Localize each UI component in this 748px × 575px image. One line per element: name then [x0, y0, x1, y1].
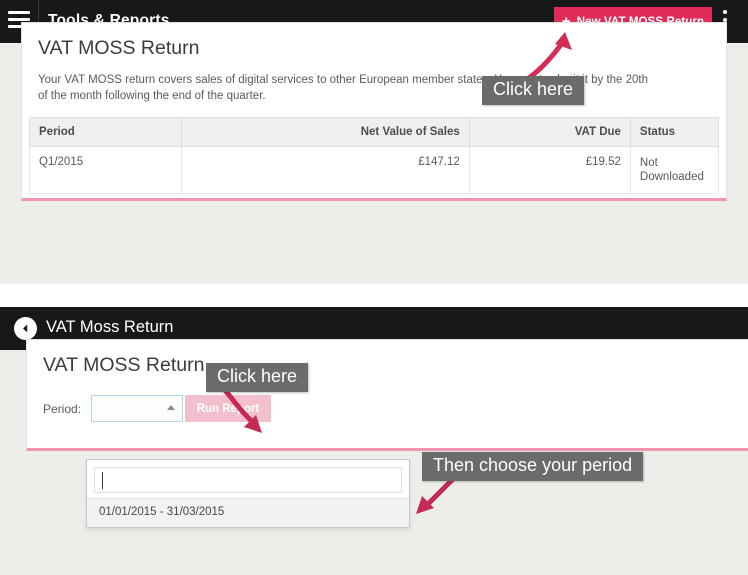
card-title: VAT MOSS Return	[38, 37, 200, 59]
text-cursor-icon	[102, 472, 103, 489]
column-header-vat-due[interactable]: VAT Due	[468, 117, 631, 147]
period-label: Period:	[43, 402, 82, 416]
cell-status: Not Downloaded	[629, 146, 720, 194]
vat-moss-return-form-card: VAT MOSS Return Period: Run Report	[26, 339, 748, 451]
column-header-status[interactable]: Status	[629, 117, 720, 147]
annotation-arrow-to-period-select	[221, 386, 262, 433]
chevron-up-icon	[167, 405, 175, 410]
vat-moss-returns-table: Period Net Value of Sales VAT Due Status…	[28, 117, 720, 194]
table-row[interactable]: Q1/2015 £147.12 £19.52 Not Downloaded	[28, 146, 720, 194]
callout-click-here-top: Click here	[482, 76, 585, 105]
period-dropdown-option[interactable]: 01/01/2015 - 31/03/2015	[87, 498, 409, 527]
column-header-net-value[interactable]: Net Value of Sales	[181, 117, 470, 147]
table-header-row: Period Net Value of Sales VAT Due Status	[28, 117, 720, 147]
panel-vat-moss-return-detail: VAT Moss Return VAT MOSS Return Period: …	[0, 307, 748, 575]
period-dropdown-panel: 01/01/2015 - 31/03/2015	[86, 459, 410, 528]
period-select[interactable]	[91, 395, 183, 422]
cell-period: Q1/2015	[28, 146, 183, 194]
cell-net-value: £147.12	[181, 146, 470, 194]
period-dropdown-search[interactable]	[94, 467, 402, 493]
screenshot-root: Tools & Reports + New VAT MOSS Return VA…	[0, 0, 748, 575]
back-arrow-circle-icon[interactable]	[14, 317, 37, 340]
cell-vat-due: £19.52	[468, 146, 631, 194]
panel-tools-and-reports: Tools & Reports + New VAT MOSS Return VA…	[0, 0, 748, 284]
vat-moss-return-card: VAT MOSS Return Your VAT MOSS return cov…	[21, 22, 727, 201]
page-title-two: VAT Moss Return	[46, 318, 174, 336]
card-title-two: VAT MOSS Return	[43, 354, 205, 376]
column-header-period[interactable]: Period	[28, 117, 183, 147]
callout-click-here-bottom: Click here	[206, 363, 309, 392]
callout-then-choose-your-period: Then choose your period	[422, 452, 644, 481]
